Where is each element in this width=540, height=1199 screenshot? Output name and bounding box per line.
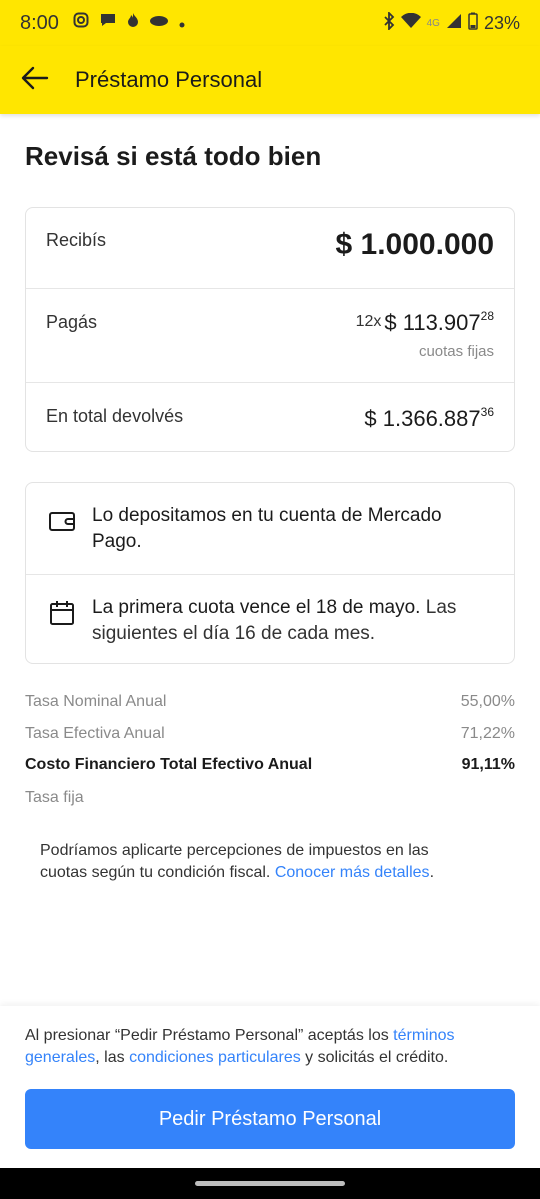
particular-conditions-link[interactable]: condiciones particulares [129, 1049, 301, 1066]
rate-row-tea: Tasa Efectiva Anual 71,22% [25, 725, 515, 757]
pay-label: Pagás [46, 312, 98, 332]
battery-level: 23% [483, 12, 520, 33]
wallet-icon [48, 507, 76, 535]
status-bar: 8:00 4G 23% [0, 0, 540, 46]
loan-summary-card: Recibís $ 1.000.000 Pagás 12x $ 113.90728… [25, 207, 515, 452]
home-gesture-handle[interactable] [195, 1181, 345, 1186]
footer-panel: Al presionar “Pedir Préstamo Personal” a… [0, 1006, 540, 1168]
installment-amount: $ 113.907 [384, 310, 481, 335]
rate-row-tna: Tasa Nominal Anual 55,00% [25, 693, 515, 725]
total-amount-line: $ 1.366.88736 [364, 405, 494, 432]
request-loan-button[interactable]: Pedir Préstamo Personal [25, 1089, 515, 1149]
signal-icon [446, 13, 462, 34]
receive-label: Recibís [46, 230, 107, 250]
tna-label: Tasa Nominal Anual [25, 693, 167, 710]
summary-row-pay: Pagás 12x $ 113.90728 cuotas fijas [26, 288, 514, 382]
battery-icon [468, 12, 478, 35]
terms-prefix: Al presionar “Pedir Préstamo Personal” a… [25, 1027, 394, 1044]
terms-mid: , las [95, 1049, 130, 1066]
first-due-info-row: La primera cuota vence el 18 de mayo. La… [26, 574, 514, 665]
first-due-text: La primera cuota vence el 18 de mayo. La… [92, 595, 490, 647]
app-bar: Préstamo Personal [0, 46, 540, 114]
more-details-link[interactable]: Conocer más detalles [275, 864, 430, 881]
page-title: Revisá si está todo bien [25, 141, 322, 171]
cftea-label: Costo Financiero Total Efectivo Anual [25, 756, 313, 773]
flame-icon [127, 12, 139, 34]
status-time: 8:00 [20, 11, 59, 34]
chat-icon [99, 12, 117, 34]
bluetooth-icon [383, 10, 395, 35]
total-amount: $ 1.366.887 [364, 406, 481, 431]
total-label: En total devolvés [46, 406, 184, 426]
summary-row-receive: Recibís $ 1.000.000 [26, 208, 514, 288]
rate-row-cftea: Costo Financiero Total Efectivo Anual 91… [25, 756, 515, 788]
back-button[interactable] [0, 46, 70, 114]
calendar-icon [48, 599, 76, 627]
tax-disclaimer: Podríamos aplicarte percepciones de impu… [40, 840, 480, 884]
rates-section: Tasa Nominal Anual 55,00% Tasa Efectiva … [25, 693, 515, 807]
network-type: 4G [426, 17, 440, 29]
fixed-rate-label: Tasa fija [25, 788, 84, 806]
deposit-text: Lo depositamos en tu cuenta de Mercado P… [92, 505, 442, 552]
summary-row-total: En total devolvés $ 1.366.88736 [26, 382, 514, 453]
dot-icon [179, 12, 185, 34]
deposit-info-row: Lo depositamos en tu cuenta de Mercado P… [26, 483, 514, 574]
terms-suffix: y solicitás el crédito. [300, 1049, 449, 1066]
terms-text: Al presionar “Pedir Préstamo Personal” a… [25, 1025, 515, 1069]
installment-amount-line: 12x $ 113.90728 [356, 309, 494, 336]
installment-note: cuotas fijas [418, 343, 494, 360]
app-bar-title: Préstamo Personal [75, 67, 263, 92]
installments-count: 12x [355, 313, 382, 330]
loan-info-card: Lo depositamos en tu cuenta de Mercado P… [25, 482, 515, 664]
tea-label: Tasa Efectiva Anual [25, 724, 165, 742]
handshake-icon [149, 12, 169, 34]
tea-value: 71,22% [460, 724, 515, 742]
total-cents: 36 [480, 405, 494, 419]
tna-value: 55,00% [460, 693, 515, 710]
cftea-value: 91,11% [461, 756, 515, 773]
first-due-date: La primera cuota vence el 18 de mayo. [92, 597, 421, 618]
installment-cents: 28 [480, 309, 494, 323]
receive-amount: $ 1.000.000 [335, 228, 494, 261]
disclaimer-end: . [429, 864, 435, 881]
system-nav-bar [0, 1168, 540, 1199]
instagram-icon [73, 12, 89, 34]
wifi-icon [400, 12, 421, 34]
arrow-left-icon [21, 66, 49, 95]
